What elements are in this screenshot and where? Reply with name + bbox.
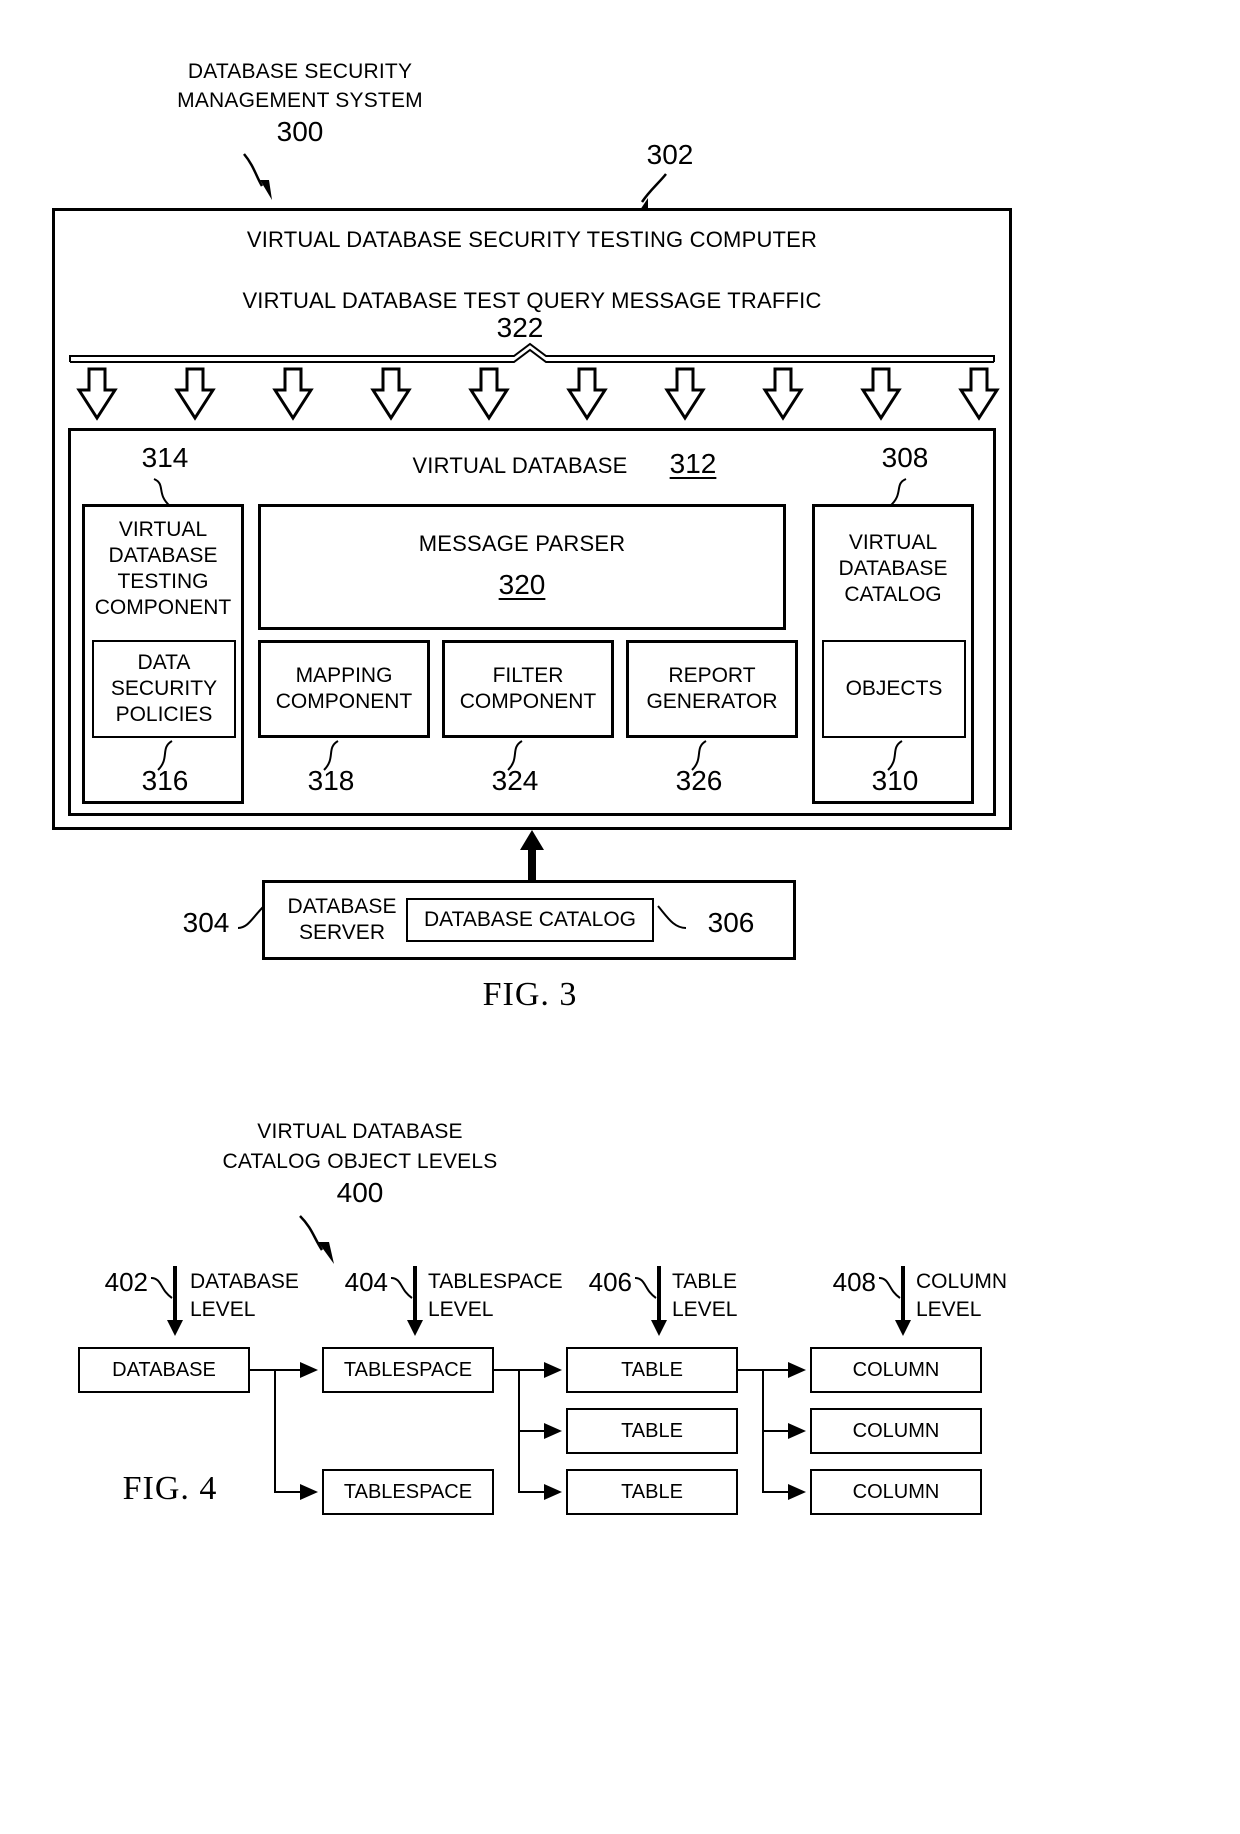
virtual-database-catalog-label: VIRTUAL DATABASE CATALOG (838, 531, 948, 606)
database-box-label: DATABASE (112, 1358, 216, 1381)
column-level-label-line1: COLUMN (916, 1270, 1008, 1293)
fig3-traffic-refnum: 322 (496, 312, 544, 343)
database-server-refnum: 304 (182, 907, 230, 938)
fig4-title-line2: CATALOG OBJECT LEVELS (222, 1150, 498, 1173)
fig3-outer-refnum: 302 (646, 139, 694, 170)
tablespace-level-label-line2: LEVEL (428, 1298, 494, 1321)
leader-arrow-300 (243, 153, 272, 200)
column-level-label: COLUMN LEVEL (916, 1268, 1096, 1324)
report-generator-refnum: 326 (675, 765, 723, 796)
report-generator-label: REPORT GENERATOR (646, 664, 778, 713)
fig3-traffic-label: VIRTUAL DATABASE TEST QUERY MESSAGE TRAF… (242, 288, 822, 313)
data-security-policies-label: DATA SECURITY POLICIES (110, 651, 218, 726)
database-catalog-refnum: 306 (707, 907, 755, 938)
table-level-refnum: 406 (588, 1267, 632, 1297)
fig3-title-line1: DATABASE SECURITY (187, 60, 413, 83)
virtual-db-testing-component-label: VIRTUAL DATABASE TESTING COMPONENT (94, 518, 232, 619)
catalog-refnum: 308 (881, 442, 929, 473)
fig4-title-line1: VIRTUAL DATABASE (257, 1120, 463, 1143)
tablespace-box-1-label: TABLESPACE (343, 1358, 473, 1381)
column-level-refnum: 408 (832, 1267, 876, 1297)
fig3-label: FIG. 3 (482, 976, 578, 1013)
traffic-band (69, 342, 995, 363)
fig3-title-refnum: 300 (276, 116, 324, 147)
mapping-component-refnum: 318 (307, 765, 355, 796)
message-parser-refnum: 320 (498, 569, 546, 600)
fig4-label: FIG. 4 (122, 1470, 218, 1507)
column-level-label-line2: LEVEL (916, 1298, 982, 1321)
column-level-down-arrow (895, 1266, 911, 1336)
objects-refnum: 310 (871, 765, 919, 796)
tablespace-level-refnum: 404 (344, 1267, 388, 1297)
database-level-down-arrow (167, 1266, 183, 1336)
table-level-label-line2: LEVEL (672, 1298, 738, 1321)
table-box-3-label: TABLE (621, 1480, 683, 1503)
objects-label: OBJECTS (845, 677, 943, 700)
database-catalog-label: DATABASE CATALOG (424, 908, 636, 931)
traffic-arrows-row (76, 367, 1000, 421)
filter-component-refnum: 324 (491, 765, 539, 796)
column-box-2-label: COLUMN (852, 1419, 940, 1442)
leader-arrow-400 (299, 1215, 334, 1264)
fig3-inner-refnum: 312 (669, 448, 717, 479)
fig3-inner-heading: VIRTUAL DATABASE (412, 453, 628, 478)
column-box-3-label: COLUMN (852, 1480, 940, 1503)
database-level-refnum: 402 (104, 1267, 148, 1297)
filter-component-label: FILTER COMPONENT (459, 664, 597, 713)
tablespace-level-down-arrow (407, 1266, 423, 1336)
table-box-2-label: TABLE (621, 1419, 683, 1442)
table-box-1-label: TABLE (621, 1358, 683, 1381)
table-level-down-arrow (651, 1266, 667, 1336)
message-parser-box (258, 504, 786, 630)
mapping-component-label: MAPPING COMPONENT (275, 664, 413, 713)
leader-line-306 (657, 905, 687, 929)
tablespace-box-2-label: TABLESPACE (343, 1480, 473, 1503)
message-parser-label: MESSAGE PARSER (418, 531, 626, 556)
database-level-label-line2: LEVEL (190, 1298, 256, 1321)
fig3-title-line2: MANAGEMENT SYSTEM (177, 89, 423, 112)
data-security-policies-refnum: 316 (141, 765, 189, 796)
testing-component-refnum: 314 (141, 442, 189, 473)
fig3-outer-heading: VIRTUAL DATABASE SECURITY TESTING COMPUT… (246, 227, 818, 252)
database-server-label: DATABASE SERVER (287, 895, 397, 944)
fig4-title-refnum: 400 (336, 1177, 384, 1208)
column-box-1-label: COLUMN (852, 1358, 940, 1381)
